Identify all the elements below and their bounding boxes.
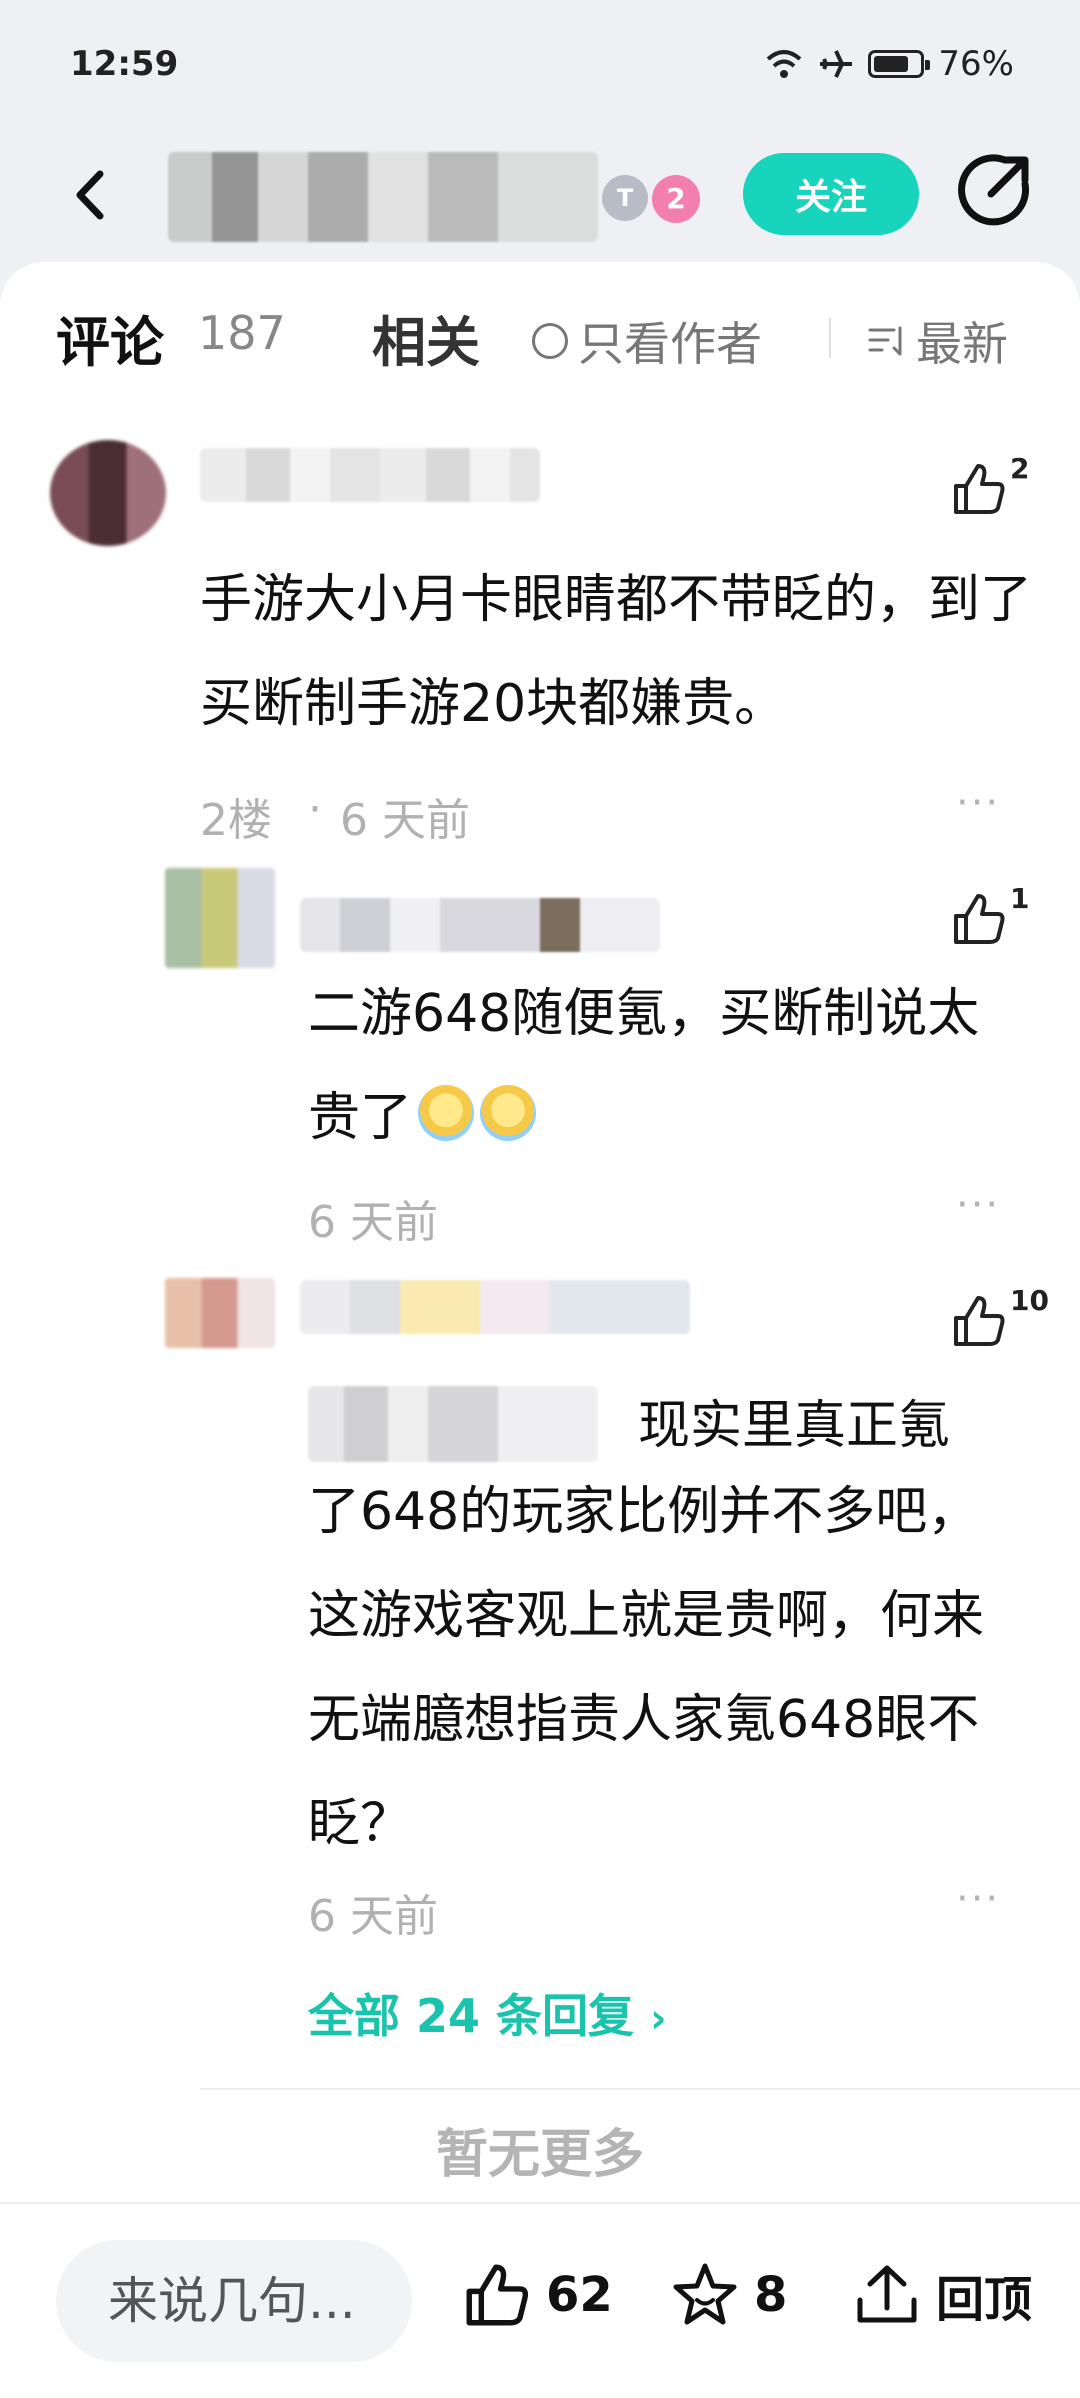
upload-arrow-icon [857,2265,917,2323]
comment-text: 手游大小月卡眼睛都不带眨的，到了买断制手游20块都嫌贵。 [200,570,1033,734]
comment-floor: 2楼 [200,795,272,846]
like-count: 10 [1010,1284,1049,1317]
like-button[interactable]: 10 [950,1284,1049,1350]
more-options-icon[interactable]: ··· [956,1876,1000,1922]
sort-button[interactable]: 最新 [868,308,1008,374]
back-button[interactable] [58,160,128,230]
author-only-toggle[interactable]: 只看作者 [532,308,762,374]
status-time: 12:59 [70,44,179,84]
like-count: 2 [1010,452,1030,485]
reply-text: 二游648随便氪，买断制说太贵了 [308,984,980,1148]
wifi-icon [767,50,802,78]
crying-laugh-emoji-icon [418,1085,475,1141]
post-like-count: 62 [546,2267,613,2323]
comment-time: 6 天前 [340,795,470,846]
top-bar: T 2 关注 [0,130,1080,260]
user-level-badge: 2 [652,175,700,223]
favorite-count: 8 [754,2267,788,2323]
dot-separator: · [308,784,322,835]
like-count: 1 [1010,882,1030,915]
reply-text: 了648的玩家比例并不多吧，这游戏客观上就是贵啊，何来无端臆想指责人家氪648眼… [308,1482,985,1854]
divider [200,2088,1080,2090]
battery-fill [874,56,908,72]
crying-laugh-emoji-icon [480,1085,537,1141]
more-options-icon[interactable]: ··· [956,780,1000,826]
thumbs-up-icon [466,2264,529,2326]
airplane-icon [820,50,853,78]
favorite-button[interactable]: 8 [670,2260,787,2330]
blurred-author-name[interactable] [168,152,598,242]
back-to-top-label: 回顶 [936,2272,1033,2328]
blurred-username[interactable] [300,898,660,952]
all-replies-link[interactable]: 全部 24 条回复 › [308,1980,667,2046]
blurred-username[interactable] [200,448,540,502]
like-button[interactable]: 1 [950,882,1029,948]
chevron-right-icon: › [650,1996,667,2042]
comment-time: 6 天前 [308,1197,438,1248]
status-icons: 76% [764,44,1014,84]
divider [829,318,831,358]
post-like-button[interactable]: 62 [462,2260,613,2330]
thumbs-up-icon [954,464,1005,514]
avatar[interactable] [165,1278,275,1348]
chevron-left-icon [76,170,104,220]
like-button[interactable]: 2 [950,452,1029,518]
thumbs-up-icon [954,894,1005,944]
tab-related[interactable]: 相关 [372,298,480,377]
comment-input[interactable] [56,2240,412,2362]
bottom-action-bar: 62 8 回顶 [0,2202,1080,2398]
share-icon [958,154,1030,226]
blurred-mention[interactable] [308,1386,598,1462]
radio-icon [532,323,568,359]
author-only-label: 只看作者 [578,317,762,371]
sort-label: 最新 [916,317,1008,371]
comment-time: 6 天前 [308,1891,438,1942]
battery-percent: 76% [938,44,1014,84]
comment-tabs: 评论 187 相关 只看作者 最新 [0,292,1080,382]
all-replies-label: 全部 24 条回复 [308,1989,635,2043]
user-title-badge: T [602,175,648,221]
no-more-text: 暂无更多 [435,2125,644,2185]
follow-button[interactable]: 关注 [743,153,919,235]
star-icon [673,2263,737,2325]
avatar[interactable] [50,440,166,546]
tab-comments[interactable]: 评论 [56,298,164,377]
blurred-username[interactable] [300,1280,690,1334]
thumbs-up-icon [954,1296,1005,1346]
comments-count: 187 [198,306,286,360]
back-to-top-button[interactable]: 回顶 [852,2260,1032,2330]
comment-text: 二游648随便氪，买断制说太贵了 [308,962,1028,1170]
battery-icon [868,50,931,78]
sort-icon [868,326,902,356]
share-button[interactable] [955,150,1035,230]
more-options-icon[interactable]: ··· [956,1182,1000,1228]
status-bar: 12:59 76% [0,0,1080,130]
avatar[interactable] [165,868,275,968]
